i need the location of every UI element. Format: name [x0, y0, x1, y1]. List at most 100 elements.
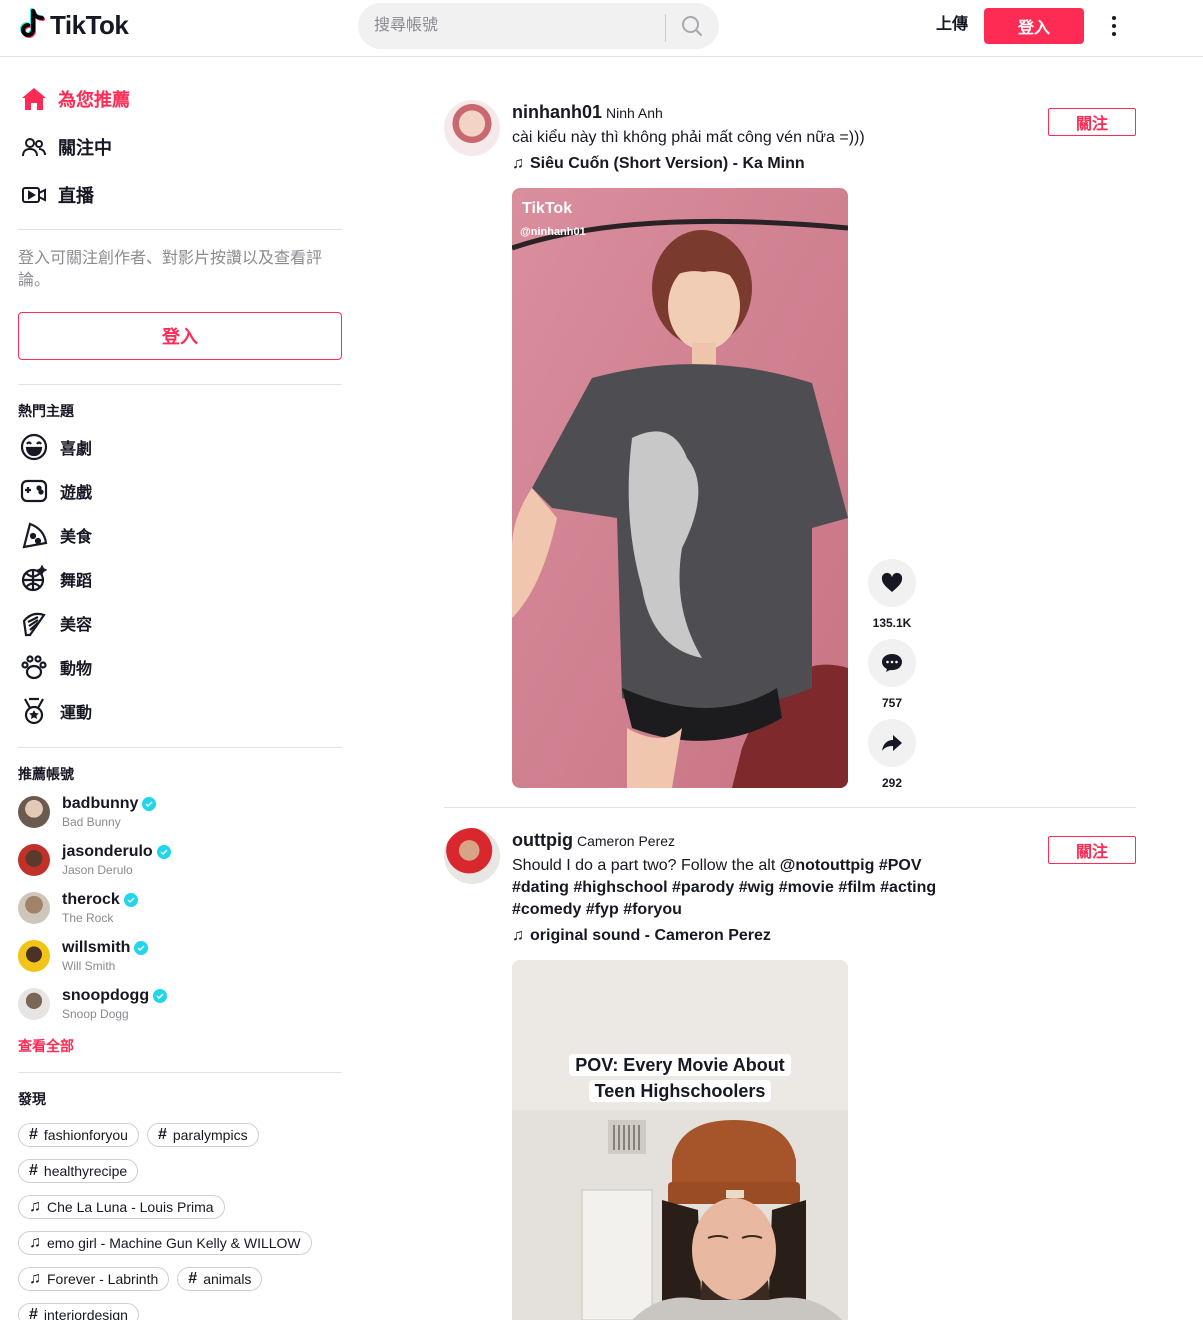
topic-animals[interactable]: 動物	[18, 645, 342, 689]
discover-music[interactable]: ♫ emo girl - Machine Gun Kelly & WILLOW	[18, 1231, 312, 1255]
divider	[18, 384, 342, 385]
topic-food[interactable]: 美食	[18, 513, 342, 557]
overlay-line: Teen Highschoolers	[588, 1080, 772, 1102]
animals-icon	[18, 651, 50, 683]
hashtag-link[interactable]: #parody	[672, 879, 734, 896]
tag-label: interiordesign	[43, 1307, 128, 1320]
topics-title: 熱門主題	[18, 403, 74, 419]
share-button[interactable]	[868, 719, 916, 767]
sidebar-login-button[interactable]: 登入	[18, 312, 342, 360]
like-button[interactable]	[868, 559, 916, 607]
tag-label: Forever - Labrinth	[47, 1271, 159, 1287]
nav-label: 為您推薦	[58, 90, 130, 110]
discover-music[interactable]: ♫ Forever - Labrinth	[18, 1267, 170, 1291]
overlay-line: POV: Every Movie About	[569, 1054, 791, 1076]
logo-text: TikTok	[50, 9, 129, 40]
top-header: TikTok 上傳 登入	[0, 0, 1203, 57]
author-handle[interactable]: outtpig	[512, 830, 573, 851]
discover-hashtag[interactable]: # interiordesign	[18, 1303, 139, 1320]
hashtag-link[interactable]: #movie	[779, 879, 834, 896]
discover-music[interactable]: ♫ Che La Luna - Louis Prima	[18, 1195, 225, 1219]
sidebar: 為您推薦 關注中 直播 登入可關注創作者、對影片按讚以及查看評論。 登入 熱門主…	[18, 57, 342, 1320]
verified-badge-icon	[123, 893, 138, 907]
account-handle: willsmith	[62, 939, 131, 956]
topic-comedy[interactable]: 喜劇	[18, 425, 342, 469]
topic-gaming[interactable]: 遊戲	[18, 469, 342, 513]
topic-dance[interactable]: 舞蹈	[18, 557, 342, 601]
caption-text: Should I do a part two? Follow the alt	[512, 857, 780, 874]
post-caption: Should I do a part two? Follow the alt @…	[512, 855, 982, 921]
discover-hashtag[interactable]: # healthyrecipe	[18, 1159, 139, 1183]
nav-for-you[interactable]: 為您推薦	[18, 75, 342, 123]
account-handle: snoopdogg	[62, 987, 150, 1004]
topic-label: 運動	[60, 705, 93, 722]
video-player[interactable]: POV: Every Movie About Teen Highschooler…	[512, 960, 848, 1320]
verified-badge-icon	[153, 989, 168, 1003]
suggested-account[interactable]: jasonderulo Jason Derulo	[18, 836, 342, 884]
comment-icon	[882, 654, 902, 672]
suggested-account[interactable]: therock The Rock	[18, 884, 342, 932]
more-dots-icon	[1112, 16, 1116, 20]
account-name: Jason Derulo	[62, 863, 133, 877]
comment-button[interactable]	[868, 639, 916, 687]
tiktok-note-icon	[20, 8, 48, 42]
author-handle[interactable]: ninhanh01	[512, 102, 602, 123]
suggested-account[interactable]: willsmith Will Smith	[18, 932, 342, 980]
nav-live[interactable]: 直播	[18, 171, 342, 219]
share-count: 292	[881, 776, 903, 790]
follow-button[interactable]: 關注	[1048, 836, 1136, 864]
topic-label: 喜劇	[60, 441, 93, 458]
dance-icon	[18, 563, 50, 595]
account-name: The Rock	[62, 911, 114, 925]
avatar[interactable]	[444, 828, 500, 884]
suggested-account[interactable]: badbunny Bad Bunny	[18, 788, 342, 836]
video-watermark-handle: @ninhanh01	[520, 226, 586, 238]
nav-following[interactable]: 關注中	[18, 123, 342, 171]
hashtag-link[interactable]: #highschool	[573, 879, 667, 896]
hashtag-link[interactable]: #foryou	[623, 901, 682, 918]
hashtag-link[interactable]: #comedy	[512, 901, 581, 918]
comment-count: 757	[881, 696, 903, 710]
hashtag-link[interactable]: #fyp	[586, 901, 619, 918]
feed-post: ninhanh01 Ninh Anh cài kiểu này thì khôn…	[444, 100, 1136, 800]
hashtag-link[interactable]: #acting	[880, 879, 936, 896]
account-name: Bad Bunny	[62, 815, 121, 829]
music-link[interactable]: ♫ Siêu Cuốn (Short Version) - Ka Minn	[512, 153, 982, 175]
author-nickname[interactable]: Ninh Anh	[606, 105, 663, 121]
share-action: 292	[868, 719, 916, 792]
music-note-icon: ♫	[29, 1198, 41, 1215]
follow-button[interactable]: 關注	[1048, 108, 1136, 136]
hashtag-link[interactable]: #wig	[739, 879, 775, 896]
topic-sports[interactable]: 運動	[18, 689, 342, 733]
sports-icon	[18, 695, 50, 727]
music-title: Siêu Cuốn (Short Version) - Ka Minn	[530, 155, 805, 172]
verified-badge-icon	[156, 845, 171, 859]
author-nickname[interactable]: Cameron Perez	[577, 833, 675, 849]
topic-beauty[interactable]: 美容	[18, 601, 342, 645]
verified-badge-icon	[142, 797, 157, 811]
search-input[interactable]	[374, 3, 664, 49]
video-player[interactable]: TikTok @ninhanh01	[512, 188, 848, 788]
discover-hashtag[interactable]: # paralympics	[146, 1123, 259, 1147]
tiktok-logo[interactable]: TikTok	[20, 8, 129, 42]
hashtag-link[interactable]: #film	[838, 879, 875, 896]
search-button[interactable]	[671, 6, 713, 46]
tag-label: animals	[203, 1271, 252, 1287]
avatar	[18, 940, 50, 972]
hashtag-icon: #	[29, 1126, 38, 1143]
more-menu-button[interactable]	[1104, 12, 1124, 40]
tag-label: healthyrecipe	[43, 1163, 128, 1179]
feed-divider	[444, 807, 1136, 808]
discover-hashtag[interactable]: # fashionforyou	[18, 1123, 139, 1147]
suggested-account[interactable]: snoopdogg Snoop Dogg	[18, 980, 342, 1028]
discover-hashtag[interactable]: # animals	[177, 1267, 263, 1291]
mention-link[interactable]: @notouttpig	[780, 857, 875, 874]
header-login-button[interactable]: 登入	[984, 8, 1084, 44]
search-icon	[682, 16, 703, 37]
see-all-link[interactable]: 查看全部	[18, 1034, 342, 1058]
hashtag-link[interactable]: #POV	[879, 857, 922, 874]
avatar[interactable]	[444, 100, 500, 156]
hashtag-link[interactable]: #dating	[512, 879, 569, 896]
music-link[interactable]: ♫ original sound - Cameron Perez	[512, 925, 982, 947]
upload-button[interactable]: 上傳	[930, 12, 974, 38]
